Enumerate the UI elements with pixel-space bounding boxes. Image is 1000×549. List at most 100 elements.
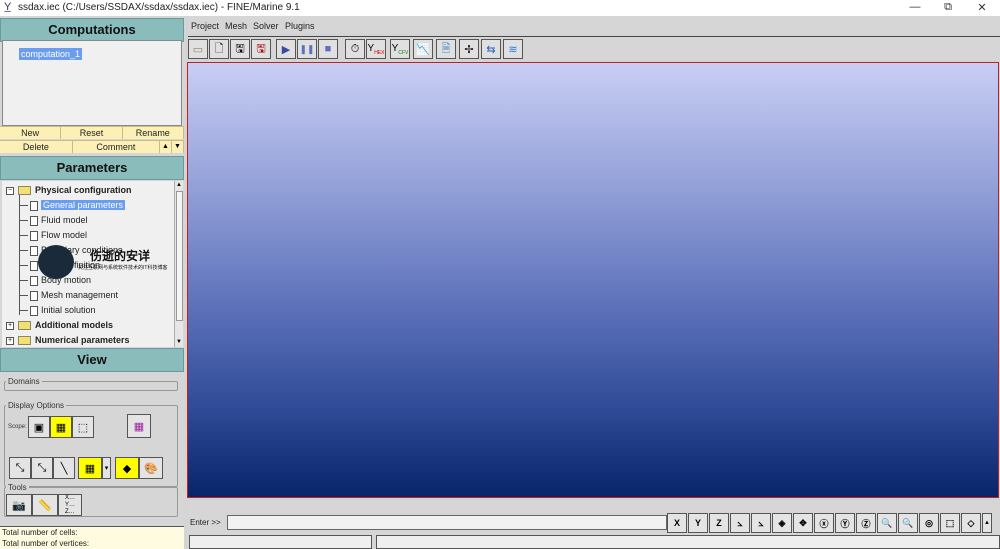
convergence-button[interactable]: 📉 (413, 39, 433, 59)
tree-item-body-definition[interactable]: Body definition (30, 258, 100, 272)
app-logo-icon: Y̲ (4, 1, 12, 13)
tree-connector (20, 280, 28, 281)
window-title: ssdax.iec (C:/Users/SSDAX/ssdax/ssdax.ie… (18, 2, 300, 13)
menu-project[interactable]: Project (191, 21, 219, 31)
view-z-button[interactable]: Z (709, 513, 729, 533)
restore-button[interactable]: ⧉ (938, 1, 958, 14)
tree-item-flow-model[interactable]: Flow model (30, 228, 87, 242)
command-input[interactable] (227, 515, 667, 530)
menu-mesh[interactable]: Mesh (225, 21, 247, 31)
rotate-y-button[interactable]: Ⓨ (835, 513, 855, 533)
tools-label: Tools (6, 483, 29, 492)
tree-item-body-motion[interactable]: Body motion (30, 273, 91, 287)
tree-node-physical-configuration[interactable]: − Physical configuration (2, 183, 132, 197)
left-panel: Computations computation_1 New Reset Ren… (0, 16, 185, 549)
rename-button[interactable]: Rename (123, 127, 184, 139)
3d-viewport[interactable] (187, 62, 999, 498)
expand-icon[interactable]: + (6, 321, 14, 330)
propeller-button[interactable]: ✢ (459, 39, 479, 59)
open-project-button[interactable]: ▭ (188, 39, 208, 59)
x-axis-label: X (673, 518, 680, 528)
zoom-area-button[interactable]: 🔍 (898, 513, 918, 533)
computations-header[interactable]: Computations (0, 18, 184, 42)
computations-list[interactable]: computation_1 (2, 40, 182, 126)
fit-view-button[interactable]: ◎ (919, 513, 939, 533)
tree-item-boundary-conditions[interactable]: Boundary conditions (30, 243, 123, 257)
layers-button[interactable]: ▦ (127, 414, 151, 438)
z-axis-label: Z (716, 518, 722, 528)
tree-connector (20, 295, 28, 296)
monitor-hex-button[interactable]: YHEX (366, 39, 386, 59)
scroll-thumb[interactable] (176, 191, 183, 321)
expand-icon[interactable]: + (6, 336, 14, 345)
line-button[interactable]: ╲ (53, 457, 75, 479)
rotate-z-button[interactable]: Ⓩ (856, 513, 876, 533)
line-points-button[interactable]: ⤡ (31, 457, 53, 479)
report-button[interactable]: 🗎 (436, 39, 456, 59)
status-field-1 (189, 535, 372, 549)
tree-item-general-parameters[interactable]: General parameters (30, 198, 126, 212)
save-project-button[interactable]: 🖫 (230, 39, 250, 59)
color-palette-button[interactable]: 🎨 (139, 457, 163, 479)
delete-button[interactable]: Delete (0, 141, 73, 153)
tree-connector (20, 205, 28, 206)
start-button[interactable]: ▶ (276, 39, 296, 59)
pause-button[interactable]: ❚❚ (297, 39, 317, 59)
parameters-header[interactable]: Parameters (0, 156, 184, 180)
scope-fluid-button[interactable]: ▣ (28, 416, 50, 438)
perspective-button[interactable]: ◇ (961, 513, 981, 533)
mesh-surface-button[interactable]: ▦ (78, 457, 102, 479)
solid-surface-button[interactable]: ◆ (115, 457, 139, 479)
pan-button[interactable]: ✥ (793, 513, 813, 533)
move-down-button[interactable]: ▼ (172, 141, 184, 153)
tree-item-mesh-management[interactable]: Mesh management (30, 288, 118, 302)
save-as-project-button[interactable]: 🖫 (251, 39, 271, 59)
computations-buttons-row2: Delete Comment ▲ ▼ (0, 140, 184, 153)
tree-item-initial-solution[interactable]: Initial solution (30, 303, 96, 317)
snapshot-button[interactable]: 📷 (6, 494, 32, 516)
task-manager-button[interactable]: ⏱ (345, 39, 365, 59)
measure-button[interactable]: 📏 (32, 494, 58, 516)
monitor-cfv-button[interactable]: YCFV (390, 39, 410, 59)
tree-item-fluid-model[interactable]: Fluid model (30, 213, 88, 227)
rotate-button[interactable]: ◈ (772, 513, 792, 533)
computations-buttons-row1: New Reset Rename (0, 126, 184, 139)
move-up-button[interactable]: ▲ (160, 141, 172, 153)
axes-dashed-icon: ⦣ (758, 517, 764, 528)
minimize-button[interactable]: — (905, 1, 925, 13)
axes-view-button[interactable]: ⦣ (730, 513, 750, 533)
new-project-button[interactable]: 🗋 (209, 39, 229, 59)
collapse-icon[interactable]: − (6, 186, 14, 195)
tree-node-additional-models[interactable]: + Additional models (2, 318, 113, 332)
waves-button[interactable]: ≋ (503, 39, 523, 59)
scope-body-button[interactable]: ▦ (50, 416, 72, 438)
coordinates-button[interactable]: X… Y… Z… (58, 494, 82, 516)
tree-connector (20, 235, 28, 236)
tree-node-numerical-parameters[interactable]: + Numerical parameters (2, 333, 130, 347)
scroll-up-icon[interactable]: ▲ (175, 181, 183, 190)
reset-button[interactable]: Reset (61, 127, 123, 139)
menu-plugins[interactable]: Plugins (285, 21, 315, 31)
view-y-button[interactable]: Y (688, 513, 708, 533)
parameters-scrollbar[interactable]: ▲ ▼ (174, 181, 183, 347)
close-button[interactable]: ✕ (972, 1, 992, 14)
comment-button[interactable]: Comment (73, 141, 160, 153)
computation-item[interactable]: computation_1 (19, 48, 83, 60)
perspective-icon: ◇ (967, 517, 975, 528)
mesh-options-dropdown[interactable]: ▾ (102, 457, 111, 479)
scroll-down-icon[interactable]: ▼ (175, 338, 183, 347)
line-numbered-button[interactable]: ⤡ (9, 457, 31, 479)
stop-button[interactable]: ■ (318, 39, 338, 59)
zoom-button[interactable]: 🔍 (877, 513, 897, 533)
cube-view-button[interactable]: ⬚ (940, 513, 960, 533)
monitor-cfv-icon: YCFV (391, 42, 409, 56)
view-x-button[interactable]: X (667, 513, 687, 533)
new-button[interactable]: New (0, 127, 62, 139)
scope-all-button[interactable]: ⬚ (72, 416, 94, 438)
rotate-x-button[interactable]: ⓧ (814, 513, 834, 533)
axes-view-alt-button[interactable]: ⦣ (751, 513, 771, 533)
view-more-button[interactable]: ▲ (982, 513, 992, 533)
menu-solver[interactable]: Solver (253, 21, 279, 31)
view-header[interactable]: View (0, 348, 184, 372)
transfer-button[interactable]: ⇆ (481, 39, 501, 59)
